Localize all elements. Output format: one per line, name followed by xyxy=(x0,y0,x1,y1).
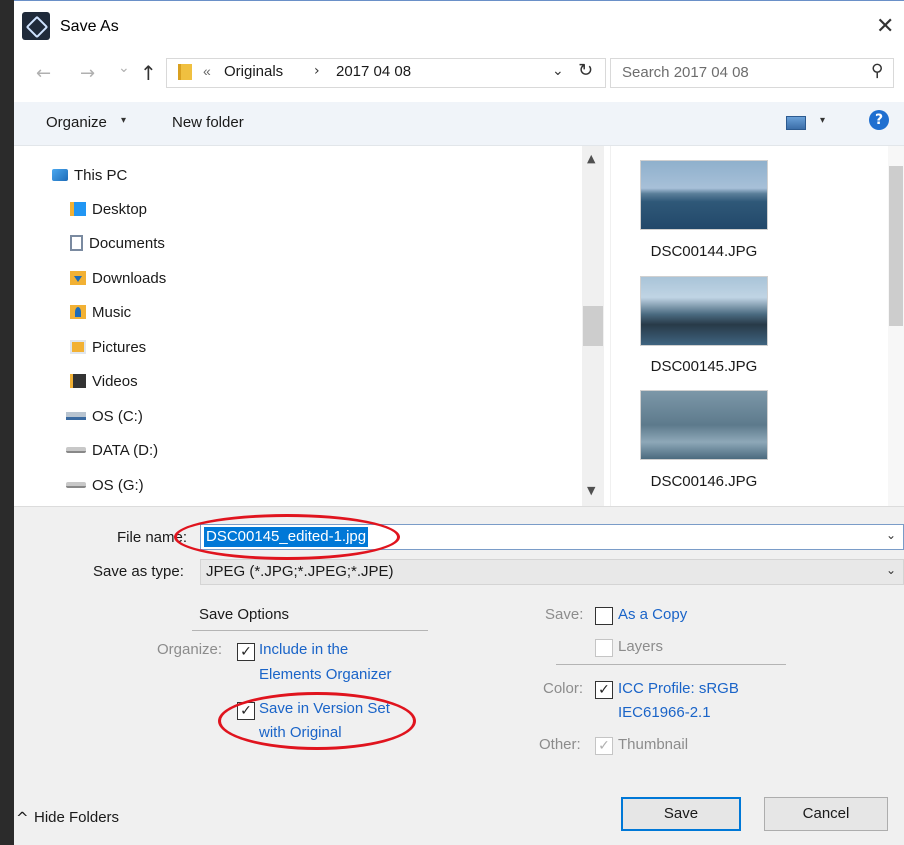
sidebar-item-this-pc[interactable]: This PC xyxy=(52,163,127,187)
other-option-label: Other: xyxy=(539,736,581,753)
organize-option-label: Organize: xyxy=(157,641,223,658)
thumbnail-checkbox: ✓ xyxy=(595,737,613,755)
sidebar-item-label: Documents xyxy=(89,234,165,252)
view-options-icon[interactable] xyxy=(786,116,806,130)
breadcrumb-2017-04-08[interactable]: 2017 04 08 xyxy=(336,63,411,80)
chevron-down-icon[interactable]: ⌄ xyxy=(886,563,896,577)
file-thumbnail[interactable] xyxy=(640,160,768,230)
command-bar xyxy=(14,102,904,146)
sidebar-item-label: Videos xyxy=(92,372,138,390)
sidebar-item-downloads[interactable]: Downloads xyxy=(70,266,166,290)
folder-icon xyxy=(178,64,192,80)
sidebar-item-videos[interactable]: Videos xyxy=(70,369,138,393)
organize-button[interactable]: Organize xyxy=(46,114,107,131)
file-name-label[interactable]: DSC00146.JPG xyxy=(640,473,768,490)
hide-folders-button[interactable]: Hide Folders xyxy=(34,809,119,826)
refresh-icon[interactable]: ↻ xyxy=(578,60,593,81)
as-a-copy-label[interactable]: As a Copy xyxy=(618,606,687,623)
help-icon[interactable]: ? xyxy=(869,110,889,130)
breadcrumb-separator-icon[interactable]: › xyxy=(314,63,320,79)
layers-checkbox xyxy=(595,639,613,657)
title-bar xyxy=(14,0,904,60)
breadcrumb-overflow-icon[interactable]: « xyxy=(203,63,211,79)
back-arrow-icon[interactable]: ← xyxy=(36,63,51,84)
include-organizer-checkbox[interactable]: ✓ xyxy=(237,643,255,661)
window-title: Save As xyxy=(60,18,119,35)
new-folder-button[interactable]: New folder xyxy=(172,114,244,131)
file-thumbnail[interactable] xyxy=(640,390,768,460)
chevron-down-icon[interactable]: ⌄ xyxy=(552,63,564,79)
sidebar-item-music[interactable]: Music xyxy=(70,300,131,324)
chevron-down-icon[interactable]: ⌄ xyxy=(886,528,896,542)
cancel-button[interactable]: Cancel xyxy=(764,797,888,831)
save-options-heading: Save Options xyxy=(199,606,290,623)
sidebar-item-documents[interactable]: Documents xyxy=(70,231,165,255)
include-organizer-label-line2[interactable]: Elements Organizer xyxy=(259,666,392,683)
sidebar-item-desktop[interactable]: Desktop xyxy=(70,197,147,221)
thumbnail-label: Thumbnail xyxy=(618,736,689,753)
annotation-ellipse xyxy=(218,692,416,750)
search-icon[interactable]: ⚲ xyxy=(871,61,883,81)
pictures-folder-icon xyxy=(70,340,86,354)
sidebar-item-label: Pictures xyxy=(92,338,147,356)
sidebar-item-label: Downloads xyxy=(92,269,167,287)
save-button[interactable]: Save xyxy=(621,797,741,831)
include-organizer-label[interactable]: Include in the xyxy=(259,641,348,658)
videos-folder-icon xyxy=(70,374,86,388)
forward-arrow-icon[interactable]: → xyxy=(80,63,95,84)
layers-label: Layers xyxy=(618,638,664,655)
sidebar-item-label: Music xyxy=(92,303,132,321)
as-a-copy-checkbox[interactable] xyxy=(595,607,613,625)
drive-icon xyxy=(66,482,86,488)
system-drive-icon xyxy=(66,412,86,420)
search-placeholder: Search 2017 04 08 xyxy=(622,64,749,81)
sidebar-item-pictures[interactable]: Pictures xyxy=(70,335,146,359)
navigation-scrollbar-thumb[interactable] xyxy=(583,306,603,346)
icc-profile-checkbox[interactable]: ✓ xyxy=(595,681,613,699)
sidebar-item-label: Desktop xyxy=(92,200,148,218)
annotation-ellipse xyxy=(174,514,400,560)
save-option-label: Save: xyxy=(545,606,584,623)
file-name-label[interactable]: DSC00145.JPG xyxy=(640,358,768,375)
file-thumbnail[interactable] xyxy=(640,276,768,346)
sidebar-item-data-d[interactable]: DATA (D:) xyxy=(66,438,158,462)
scroll-down-icon[interactable]: ▼ xyxy=(587,484,595,497)
chevron-up-icon[interactable]: ^ xyxy=(16,809,29,827)
icc-profile-label[interactable]: ICC Profile: sRGB xyxy=(618,680,739,697)
breadcrumb-originals[interactable]: Originals xyxy=(224,63,283,80)
desktop-folder-icon xyxy=(70,202,86,216)
sidebar-item-label: DATA (D:) xyxy=(92,441,159,459)
save-form-panel xyxy=(14,506,904,845)
recent-locations-icon[interactable]: ⌄ xyxy=(118,60,130,76)
up-arrow-icon[interactable]: ↑ xyxy=(140,61,157,85)
sidebar-item-label: OS (C:) xyxy=(92,407,143,425)
drive-icon xyxy=(66,447,86,453)
divider xyxy=(192,630,428,631)
caret-down-icon[interactable]: ▾ xyxy=(121,115,126,126)
downloads-folder-icon xyxy=(70,271,86,285)
icc-profile-label-line2[interactable]: IEC61966-2.1 xyxy=(618,704,711,721)
sidebar-item-label: This PC xyxy=(74,166,128,184)
close-icon[interactable]: ✕ xyxy=(876,14,894,39)
sidebar-item-os-g[interactable]: OS (G:) xyxy=(66,473,144,497)
file-list-scrollbar-thumb[interactable] xyxy=(889,166,903,326)
caret-down-icon[interactable]: ▾ xyxy=(820,115,825,126)
save-as-type-label: Save as type: xyxy=(93,563,184,580)
file-name-label[interactable]: DSC00144.JPG xyxy=(640,243,768,260)
music-folder-icon xyxy=(70,305,86,319)
color-option-label: Color: xyxy=(543,680,584,697)
app-icon xyxy=(22,12,50,40)
sidebar-item-os-c[interactable]: OS (C:) xyxy=(66,404,143,428)
documents-folder-icon xyxy=(70,235,83,251)
divider xyxy=(556,664,786,665)
background-window-edge xyxy=(0,0,14,845)
sidebar-item-label: OS (G:) xyxy=(92,476,144,494)
save-as-type-value: JPEG (*.JPG;*.JPEG;*.JPE) xyxy=(206,563,394,580)
scroll-up-icon[interactable]: ▲ xyxy=(587,152,595,165)
this-pc-icon xyxy=(52,169,68,181)
